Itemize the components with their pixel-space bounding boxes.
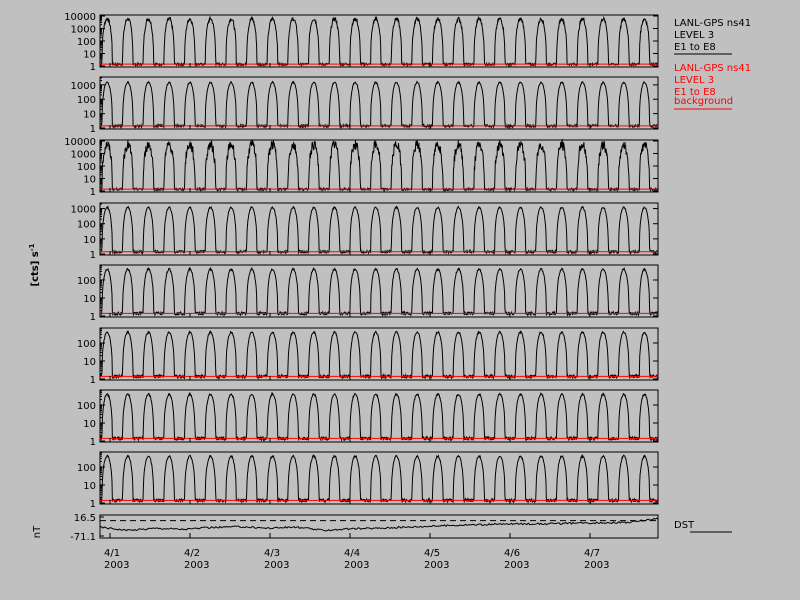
dst-axis-label: nT (32, 525, 43, 538)
y-tick-label: 100 (77, 37, 96, 48)
y-tick-label: 1000 (71, 25, 96, 36)
y-tick-label: 1 (90, 499, 96, 510)
y-tick-label: 100 (77, 95, 96, 106)
x-tick-year: 2003 (264, 560, 289, 571)
y-tick-label: 100 (77, 220, 96, 231)
y-tick-label: 10000 (64, 12, 96, 23)
y-tick-label: 10 (83, 481, 96, 492)
x-tick-year: 2003 (504, 560, 529, 571)
legend-channels-black: E1 to E8 (674, 42, 716, 53)
x-tick-date: 4/3 (264, 548, 280, 559)
x-tick-year: 2003 (184, 560, 209, 571)
y-tick-label: 1 (90, 437, 96, 448)
y-tick-label: 1 (90, 375, 96, 386)
x-tick-date: 4/2 (184, 548, 200, 559)
y-tick-label: 10 (83, 235, 96, 246)
y-tick-label: 100 (77, 463, 96, 474)
x-tick-date: 4/5 (424, 548, 440, 559)
y-tick-label: 1000 (71, 205, 96, 216)
x-tick-year: 2003 (424, 560, 449, 571)
x-tick-date: 4/6 (504, 548, 520, 559)
y-tick-label: 1 (90, 250, 96, 261)
y-tick-label: 100 (77, 162, 96, 173)
legend-level-black: LEVEL 3 (674, 30, 714, 41)
legend-instrument-black: LANL-GPS ns41 (674, 18, 751, 29)
y-tick-label: 1 (90, 312, 96, 323)
x-tick-date: 4/4 (344, 548, 360, 559)
y-tick-label: 10000 (64, 137, 96, 148)
y-tick-label: 1 (90, 62, 96, 73)
gps-flux-plot: 1000010001001011000100101100001000100101… (0, 0, 800, 600)
y-tick-label: 1 (90, 124, 96, 135)
y-tick-label: 100 (77, 401, 96, 412)
y-tick-label: 100 (77, 276, 96, 287)
x-tick-year: 2003 (584, 560, 609, 571)
y-tick-label: 1000 (71, 150, 96, 161)
x-tick-date: 4/7 (584, 548, 600, 559)
dst-y-tick-label: 16.5 (74, 513, 96, 524)
y-tick-label: 1000 (71, 81, 96, 92)
x-tick-year: 2003 (104, 560, 129, 571)
legend-instrument-red: LANL-GPS ns41 (674, 63, 751, 74)
legend-background-red: background (674, 96, 733, 107)
y-tick-label: 1 (90, 187, 96, 198)
y-tick-label: 10 (83, 50, 96, 61)
legend-level-red: LEVEL 3 (674, 75, 714, 86)
x-tick-date: 4/1 (104, 548, 120, 559)
y-tick-label: 10 (83, 110, 96, 121)
y-tick-label: 10 (83, 357, 96, 368)
y-tick-label: 100 (77, 339, 96, 350)
legend-dst: DST (674, 520, 695, 531)
dst-y-tick-label: -71.1 (70, 532, 96, 543)
y-tick-label: 10 (83, 419, 96, 430)
y-tick-label: 10 (83, 175, 96, 186)
x-tick-year: 2003 (344, 560, 369, 571)
y-tick-label: 10 (83, 294, 96, 305)
